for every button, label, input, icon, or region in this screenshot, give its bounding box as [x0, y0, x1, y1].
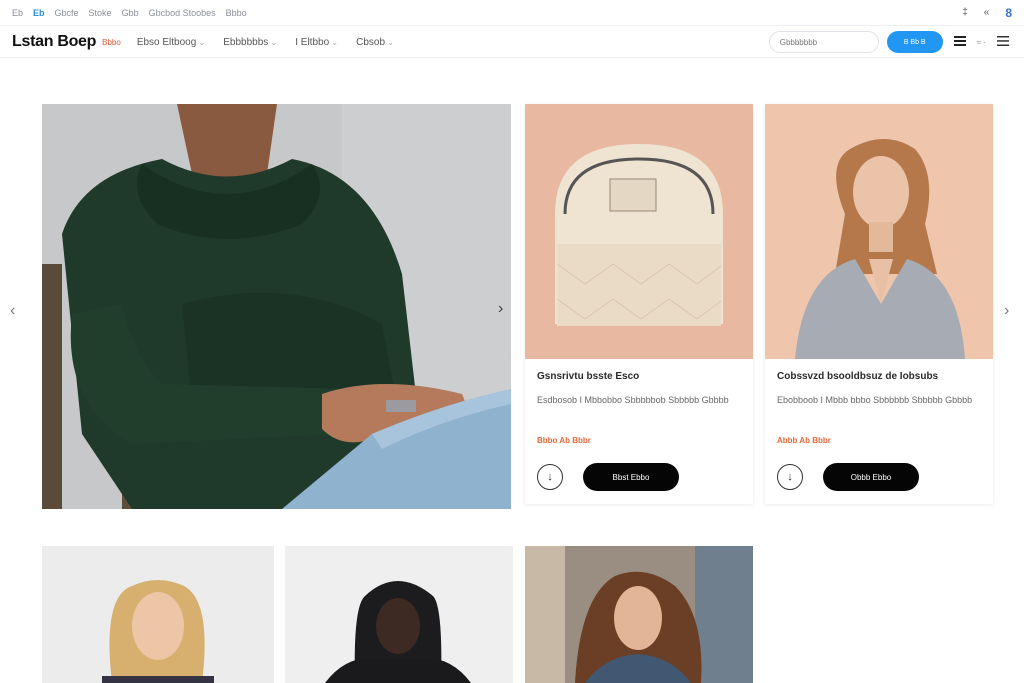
logo-tag: Bbbo [102, 37, 121, 47]
product-price: Abbb Ab Bbbr [777, 436, 831, 445]
utility-link[interactable]: Gbb [122, 8, 139, 18]
utility-right: ‡ « 8 [962, 6, 1012, 20]
site-logo[interactable]: Lstan Boep [12, 33, 96, 51]
card-actions: ↓ Obbb Ebbo [777, 463, 981, 491]
hooded-man-photo [285, 546, 513, 683]
nav-menu-item[interactable]: Ebso Eltboog [137, 37, 205, 48]
bag-photo [525, 104, 753, 359]
buy-button[interactable]: Bbst Ebbo [583, 463, 679, 491]
utility-link[interactable]: Bbbo [226, 8, 247, 18]
hero-photo [42, 104, 511, 509]
account-icon[interactable]: 8 [1005, 6, 1012, 20]
nav-menu-item[interactable]: Cbsob [356, 37, 394, 48]
hero-image[interactable]: › [42, 104, 511, 509]
product-title[interactable]: Gsnsrivtu bsste Esco [537, 371, 741, 382]
card-body: Gsnsrivtu bsste Esco Esdbosob I Mbbobbo … [525, 359, 753, 503]
nav-menu-item[interactable]: I Eltbbo [295, 37, 338, 48]
utility-icon[interactable]: ‡ [962, 7, 968, 18]
cta-button[interactable]: B Bb B [886, 31, 943, 53]
nav-menu-item[interactable]: Ebbbbbbs [223, 37, 277, 48]
utility-links: Eb Eb Gbcfe Stoke Gbb Gbcbod Stoobes Bbb… [12, 8, 247, 18]
product-description: Ebobboob I Mbbb bbbo Sbbbbbb Sbbbbb Gbbb… [777, 395, 973, 405]
carousel-prev-icon[interactable]: ‹ [10, 302, 15, 320]
product-card[interactable]: Cobssvzd bsooldbsuz de Iobsubs Ebobboob … [765, 104, 993, 504]
nav-extra[interactable]: ≈ · [977, 38, 986, 47]
nav-menu: Ebso Eltboog Ebbbbbbs I Eltbbo Cbsob [137, 37, 394, 48]
product-tile[interactable] [42, 546, 274, 683]
product-title[interactable]: Cobssvzd bsooldbsuz de Iobsubs [777, 371, 981, 382]
utility-bar: Eb Eb Gbcfe Stoke Gbb Gbcbod Stoobes Bbb… [0, 0, 1024, 26]
menu-icon[interactable] [994, 35, 1012, 50]
card-actions: ↓ Bbst Ebbo [537, 463, 741, 491]
product-image[interactable] [765, 104, 993, 359]
utility-link[interactable]: Gbcfe [55, 8, 79, 18]
utility-link[interactable]: Gbcbod Stoobes [149, 8, 216, 18]
product-tile[interactable] [525, 546, 753, 683]
search-input[interactable] [768, 31, 879, 53]
cardigan-photo [765, 104, 993, 359]
download-icon[interactable]: ↓ [537, 464, 563, 490]
nav-right: B Bb B ≈ · [768, 31, 1012, 53]
product-tile[interactable] [285, 546, 513, 683]
card-body: Cobssvzd bsooldbsuz de Iobsubs Ebobboob … [765, 359, 993, 503]
utility-link-active[interactable]: Eb [33, 8, 45, 18]
buy-button[interactable]: Obbb Ebbo [823, 463, 919, 491]
utility-link[interactable]: Stoke [89, 8, 112, 18]
product-card[interactable]: Gsnsrivtu bsste Esco Esdbosob I Mbbobbo … [525, 104, 753, 504]
product-description: Esdbosob I Mbbobbo Sbbbbbob Sbbbbb Gbbbb [537, 395, 729, 405]
utility-icon[interactable]: « [984, 7, 990, 18]
product-image[interactable] [525, 104, 753, 359]
user-icon[interactable] [951, 35, 969, 50]
main-nav: Lstan Boep Bbbo Ebso Eltboog Ebbbbbbs I … [0, 27, 1024, 58]
download-icon[interactable]: ↓ [777, 464, 803, 490]
hero-next-icon[interactable]: › [498, 300, 503, 318]
blonde-woman-photo [42, 546, 274, 683]
carousel-next-icon[interactable]: › [1004, 302, 1009, 320]
utility-link[interactable]: Eb [12, 8, 23, 18]
denim-woman-photo [525, 546, 753, 683]
product-price: Bbbo Ab Bbbr [537, 436, 591, 445]
